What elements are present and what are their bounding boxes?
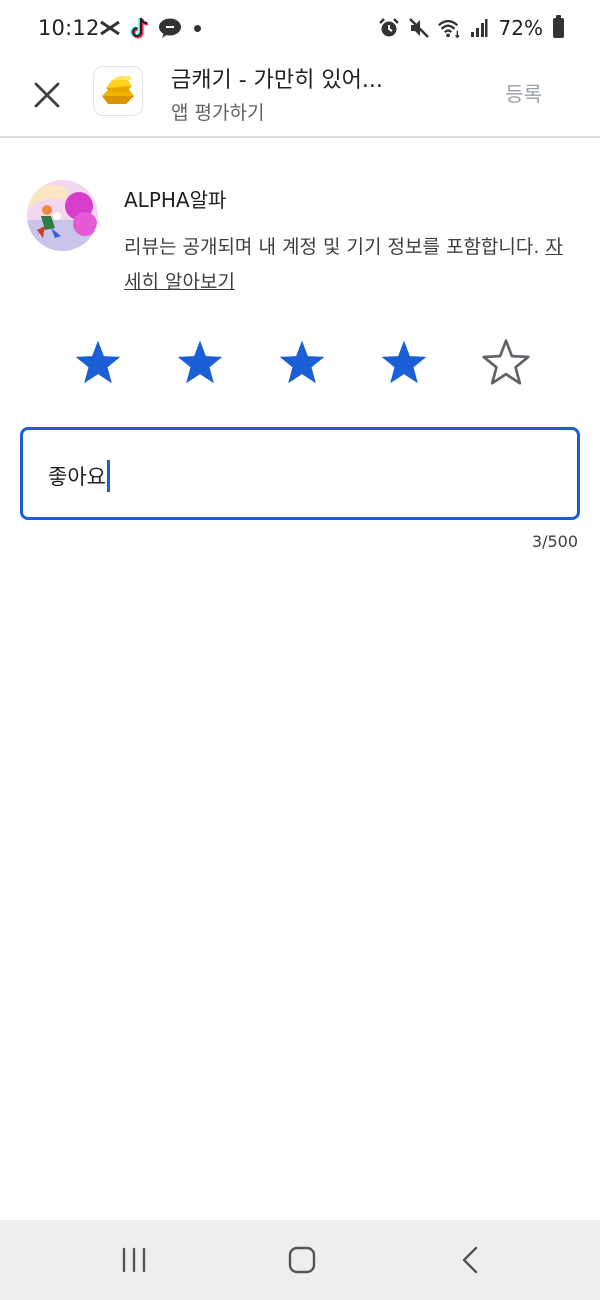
recent-apps-button[interactable] (114, 1242, 154, 1278)
submit-button[interactable]: 등록 (505, 78, 542, 107)
privacy-notice-text: 리뷰는 공개되며 내 계정 및 기기 정보를 포함합니다. (124, 236, 546, 258)
home-icon (288, 1246, 316, 1274)
star-filled-icon (279, 340, 325, 384)
close-icon (34, 82, 60, 108)
review-text: 좋아요 (48, 465, 106, 489)
star-filled-icon (381, 340, 427, 384)
status-time: 10:12 (38, 16, 100, 40)
alarm-icon (377, 14, 401, 42)
status-left-icons (98, 14, 201, 42)
page-title: 금캐기 - 가만히 있어... (171, 68, 383, 93)
user-name: ALPHA알파 (124, 188, 227, 212)
back-button[interactable] (450, 1242, 490, 1278)
character-count: 3/500 (531, 532, 578, 551)
star-empty-icon (482, 339, 530, 385)
review-text-container: 좋아요 (48, 460, 110, 492)
star-5[interactable] (478, 335, 534, 391)
signal-icon (467, 14, 491, 42)
tiktok-icon (128, 14, 152, 42)
star-2[interactable] (172, 335, 228, 391)
home-button[interactable] (282, 1242, 322, 1278)
close-button[interactable] (26, 74, 68, 116)
wifi-icon (437, 14, 461, 42)
talk-icon (158, 14, 182, 42)
avatar (27, 180, 98, 251)
status-bar: 10:12 72% (0, 0, 600, 58)
text-cursor (106, 460, 110, 492)
star-4[interactable] (376, 335, 432, 391)
star-1[interactable] (70, 335, 126, 391)
review-input[interactable]: 좋아요 (20, 427, 580, 520)
recent-apps-icon (122, 1247, 146, 1273)
star-filled-icon (177, 340, 223, 384)
battery-icon (553, 15, 564, 38)
privacy-notice: 리뷰는 공개되며 내 계정 및 기기 정보를 포함합니다. 자세히 알아보기 (124, 230, 564, 300)
back-icon (462, 1246, 478, 1274)
battery-percent: 72% (498, 16, 543, 40)
mute-icon (407, 14, 431, 42)
star-3[interactable] (274, 335, 330, 391)
gold-bars-icon (93, 66, 143, 116)
page-subtitle: 앱 평가하기 (171, 102, 265, 124)
notification-dot (194, 24, 201, 32)
star-rating[interactable] (70, 335, 540, 391)
app-bar: 금캐기 - 가만히 있어... 앱 평가하기 등록 (0, 58, 600, 138)
star-filled-icon (75, 340, 121, 384)
status-right-icons: 72% (377, 14, 564, 42)
capcut-icon (98, 14, 122, 42)
system-nav-bar (0, 1220, 600, 1300)
